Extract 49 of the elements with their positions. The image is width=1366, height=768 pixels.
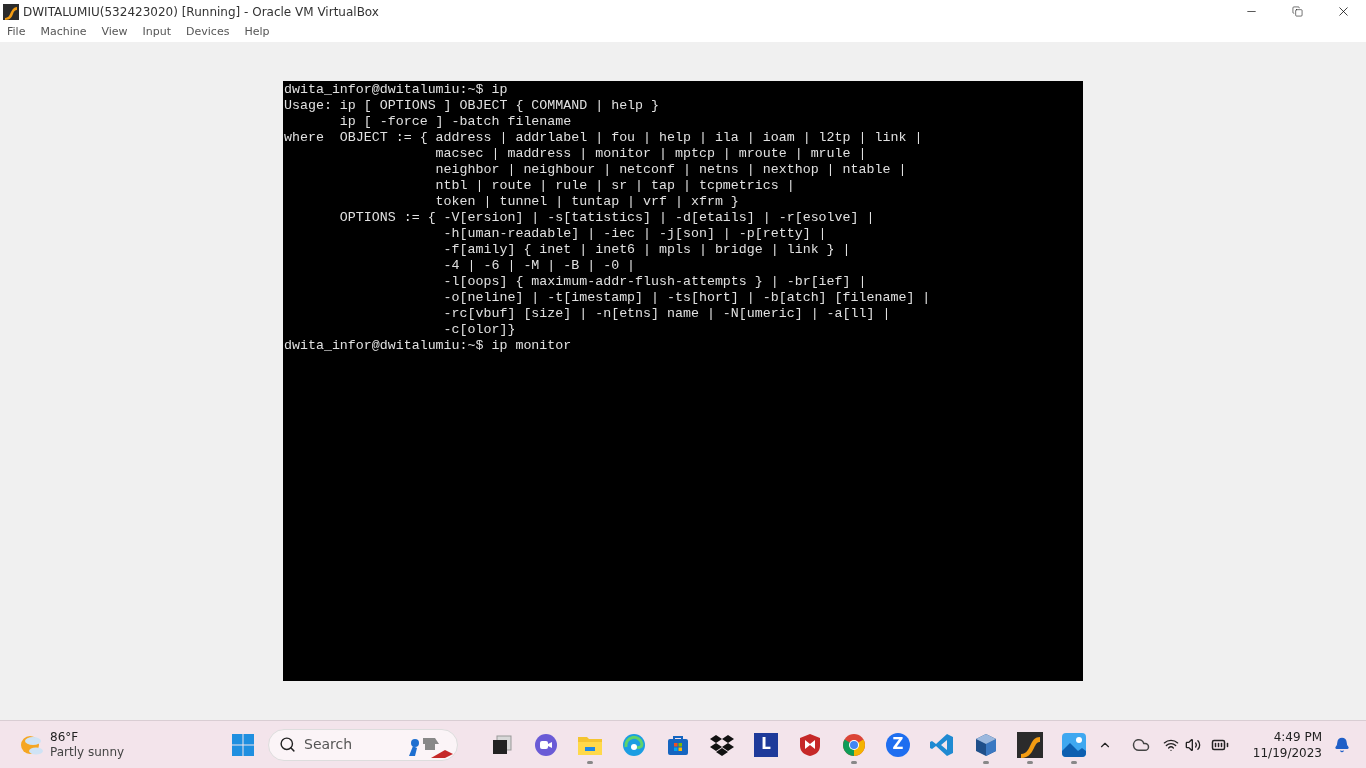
terminal-line: ntbl | route | rule | sr | tap | tcpmetrics | [434, 178, 795, 194]
terminal-line: -c[olor]} [442, 322, 516, 338]
terminal-line: -l[oops] { maximum-addr-flush-attempts } | -br[ief] | [442, 274, 867, 290]
terminal-line: dwita_infor@dwitalumiu:~$ ip monitor [284, 338, 572, 354]
search-icon [279, 736, 296, 753]
terminal-line: -h[uman-readable] | -iec | -j[son] | -p[retty] | [442, 226, 827, 242]
terminal-line: dwita_infor@dwitalumiu:~$ ip [284, 82, 508, 98]
terminal-line: token | tunnel | tuntap | vrf | xfrm } [434, 194, 739, 210]
terminal-line: where OBJECT := { address | addrlabel | fou | help | ila | ioam | l2tp | link | [284, 130, 923, 146]
menu-item[interactable]: View [101, 24, 128, 41]
code-editor-icon[interactable] [930, 732, 954, 757]
browser-icon[interactable] [622, 732, 646, 757]
weather-condition: Partly sunny [50, 744, 125, 760]
menu-item[interactable]: Machine [40, 24, 87, 41]
terminal-line: -4 | -6 | -M | -B | -0 | [442, 258, 636, 274]
window-title: DWITALUMIU(532423020) [Running] - Oracle VM VirtualBox [23, 3, 379, 21]
clock-time[interactable]: 4:49 PM [1273, 728, 1322, 745]
menu-item[interactable]: Devices [186, 24, 230, 41]
app-icon[interactable]: Z [886, 732, 910, 757]
terminal-line: macsec | maddress | monitor | mptcp | mroute | mrule | [434, 146, 867, 162]
start-icon[interactable] [232, 733, 254, 756]
terminal-line: ip [ -force ] -batch filename [338, 114, 572, 130]
app-icon[interactable]: L [754, 732, 778, 757]
cube-icon[interactable] [974, 732, 998, 757]
weather-temperature: 86°F [50, 729, 80, 745]
task-view-icon[interactable] [491, 733, 513, 756]
chrome-icon[interactable] [842, 732, 866, 757]
dropbox-icon[interactable] [710, 733, 734, 756]
app-icon [3, 3, 19, 20]
notification-icon[interactable] [1334, 736, 1350, 753]
terminal-line: neighbor | neighbour | netconf | netns | nexthop | ntable | [434, 162, 907, 178]
terminal-line: Usage: ip [ OPTIONS ] OBJECT { COMMAND | help } [284, 98, 660, 114]
terminal-line: -f[amily] { inet | inet6 | mpls | bridge | link } | [442, 242, 851, 258]
photos-icon[interactable] [1062, 732, 1086, 757]
volume-icon[interactable] [1184, 736, 1201, 753]
video-chat-icon[interactable] [534, 732, 558, 757]
terminal-line: OPTIONS := { -V[ersion] | -s[tatistics] | -d[etails] | -r[esolve] | [338, 210, 875, 226]
search-field[interactable]: Search [268, 728, 458, 761]
menu-item[interactable]: File [7, 24, 26, 41]
menu-item[interactable]: Help [244, 24, 270, 41]
clock-date[interactable]: 11/19/2023 [1252, 744, 1322, 761]
shield-icon[interactable] [799, 732, 821, 757]
app-icon[interactable] [1017, 731, 1043, 758]
store-icon[interactable] [667, 733, 689, 756]
search-placeholder: Search [304, 735, 353, 754]
terminal-line: -o[neline] | -t[imestamp] | -ts[hort] | -b[atch] [filename] | [442, 290, 931, 306]
restore-icon [1291, 6, 1303, 17]
terminal-line: -rc[vbuf] [size] | -n[etns] name | -N[umeric] | -a[ll] | [442, 306, 891, 322]
menu-item[interactable]: Input [142, 24, 172, 41]
